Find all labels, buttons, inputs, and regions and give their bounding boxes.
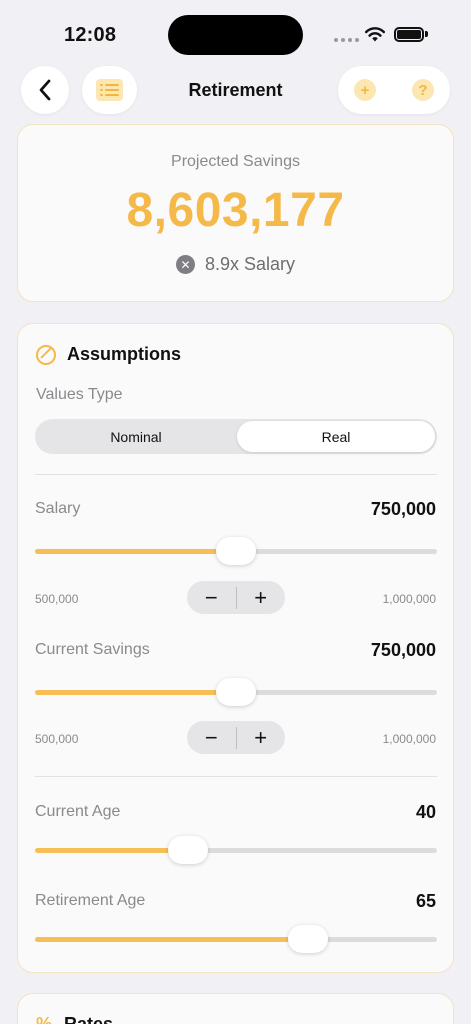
values-type-label: Values Type	[36, 386, 123, 403]
signal-dots-icon	[334, 38, 359, 42]
current-savings-slider[interactable]	[35, 678, 437, 706]
salary-max: 1,000,000	[382, 592, 436, 606]
current-age-slider-fill	[35, 848, 188, 853]
current-age-slider-thumb[interactable]	[167, 836, 208, 864]
current-savings-decrement-button[interactable]: −	[187, 721, 236, 754]
current-savings-max: 1,000,000	[382, 732, 436, 746]
current-savings-stepper: − +	[187, 721, 285, 754]
segment-nominal[interactable]: Nominal	[37, 421, 235, 452]
current-savings-value: 750,000	[370, 640, 436, 660]
salary-value: 750,000	[370, 499, 436, 519]
gauge-icon	[36, 344, 56, 365]
current-savings-label: Current Savings	[35, 641, 150, 658]
salary-label: Salary	[35, 500, 81, 517]
dynamic-island	[168, 15, 303, 55]
current-age-slider[interactable]	[35, 836, 437, 864]
percent-icon: %	[36, 1014, 53, 1024]
current-age-label: Current Age	[35, 803, 121, 820]
retirement-age-value: 65	[415, 891, 436, 911]
salary-decrement-button[interactable]: −	[187, 581, 236, 614]
values-type-segmented-control: Nominal Real	[35, 419, 437, 454]
retirement-age-slider[interactable]	[35, 925, 437, 953]
salary-increment-button[interactable]: +	[236, 581, 285, 614]
salary-multiplier-text: 8.9x Salary	[204, 254, 296, 274]
retirement-age-label: Retirement Age	[35, 892, 146, 909]
rates-header: % Rates	[36, 1014, 113, 1024]
retirement-age-slider-thumb[interactable]	[288, 925, 329, 953]
projected-savings-value: 8,603,177	[126, 184, 345, 237]
current-savings-slider-fill	[35, 690, 236, 695]
divider	[35, 474, 437, 475]
assumptions-title: Assumptions	[67, 344, 182, 364]
divider	[35, 776, 437, 777]
battery-icon	[394, 27, 424, 42]
salary-min: 500,000	[35, 592, 79, 606]
status-time: 12:08	[64, 24, 117, 46]
current-savings-slider-thumb[interactable]	[216, 678, 256, 706]
salary-stepper: − +	[187, 581, 285, 614]
salary-slider-fill	[35, 549, 236, 554]
salary-multiplier: ✕ 8.9x Salary	[18, 254, 453, 275]
assumptions-header: Assumptions	[36, 344, 181, 365]
current-savings-increment-button[interactable]: +	[236, 721, 285, 754]
segment-real[interactable]: Real	[237, 421, 435, 452]
status-bar: 12:08	[0, 0, 471, 60]
add-icon[interactable]: +	[354, 79, 376, 101]
nav-actions: + ?	[338, 66, 450, 114]
wifi-icon	[365, 27, 385, 42]
close-circle-icon: ✕	[175, 255, 195, 274]
rates-card: % Rates	[17, 993, 454, 1024]
current-savings-min: 500,000	[35, 732, 79, 746]
projected-savings-label: Projected Savings	[171, 153, 300, 170]
retirement-age-slider-fill	[35, 937, 309, 942]
assumptions-card: Assumptions Values Type Nominal Real Sal…	[17, 323, 454, 973]
salary-slider[interactable]	[35, 537, 437, 565]
salary-slider-thumb[interactable]	[216, 537, 256, 565]
rates-title: Rates	[64, 1014, 114, 1024]
projected-savings-card: Projected Savings 8,603,177 ✕ 8.9x Salar…	[17, 124, 454, 302]
help-icon[interactable]: ?	[412, 79, 434, 101]
current-age-value: 40	[415, 802, 436, 822]
